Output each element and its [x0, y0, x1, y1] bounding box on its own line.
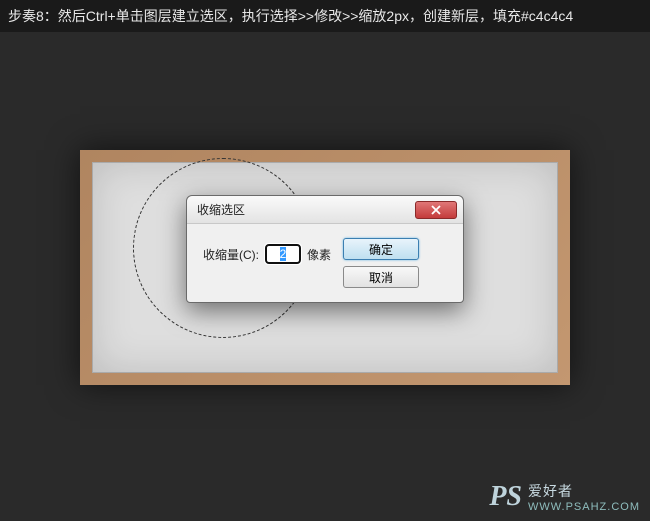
contract-amount-row: 收缩量(C): 像素 [203, 238, 331, 264]
watermark-text: 爱好者 [528, 481, 640, 501]
dialog-titlebar[interactable]: 收缩选区 [187, 196, 463, 224]
close-icon [431, 205, 441, 215]
dialog-button-group: 确定 取消 [343, 238, 419, 288]
watermark: PS 爱好者 WWW.PSAHZ.COM [489, 481, 640, 513]
watermark-text-group: 爱好者 WWW.PSAHZ.COM [528, 481, 640, 513]
instruction-text: 步奏8：然后Ctrl+单击图层建立选区，执行选择>>修改>>缩放2px，创建新层… [0, 0, 650, 32]
ok-button[interactable]: 确定 [343, 238, 419, 260]
watermark-url: WWW.PSAHZ.COM [528, 501, 640, 513]
unit-label: 像素 [307, 246, 331, 263]
watermark-logo: PS [489, 481, 522, 513]
dialog-title: 收缩选区 [197, 201, 245, 218]
dialog-body: 收缩量(C): 像素 确定 取消 [187, 224, 463, 302]
cancel-button[interactable]: 取消 [343, 266, 419, 288]
contract-selection-dialog: 收缩选区 收缩量(C): 像素 确定 取消 [186, 195, 464, 303]
input-label: 收缩量(C): [203, 246, 259, 263]
close-button[interactable] [415, 201, 457, 219]
contract-amount-input[interactable] [265, 244, 301, 264]
